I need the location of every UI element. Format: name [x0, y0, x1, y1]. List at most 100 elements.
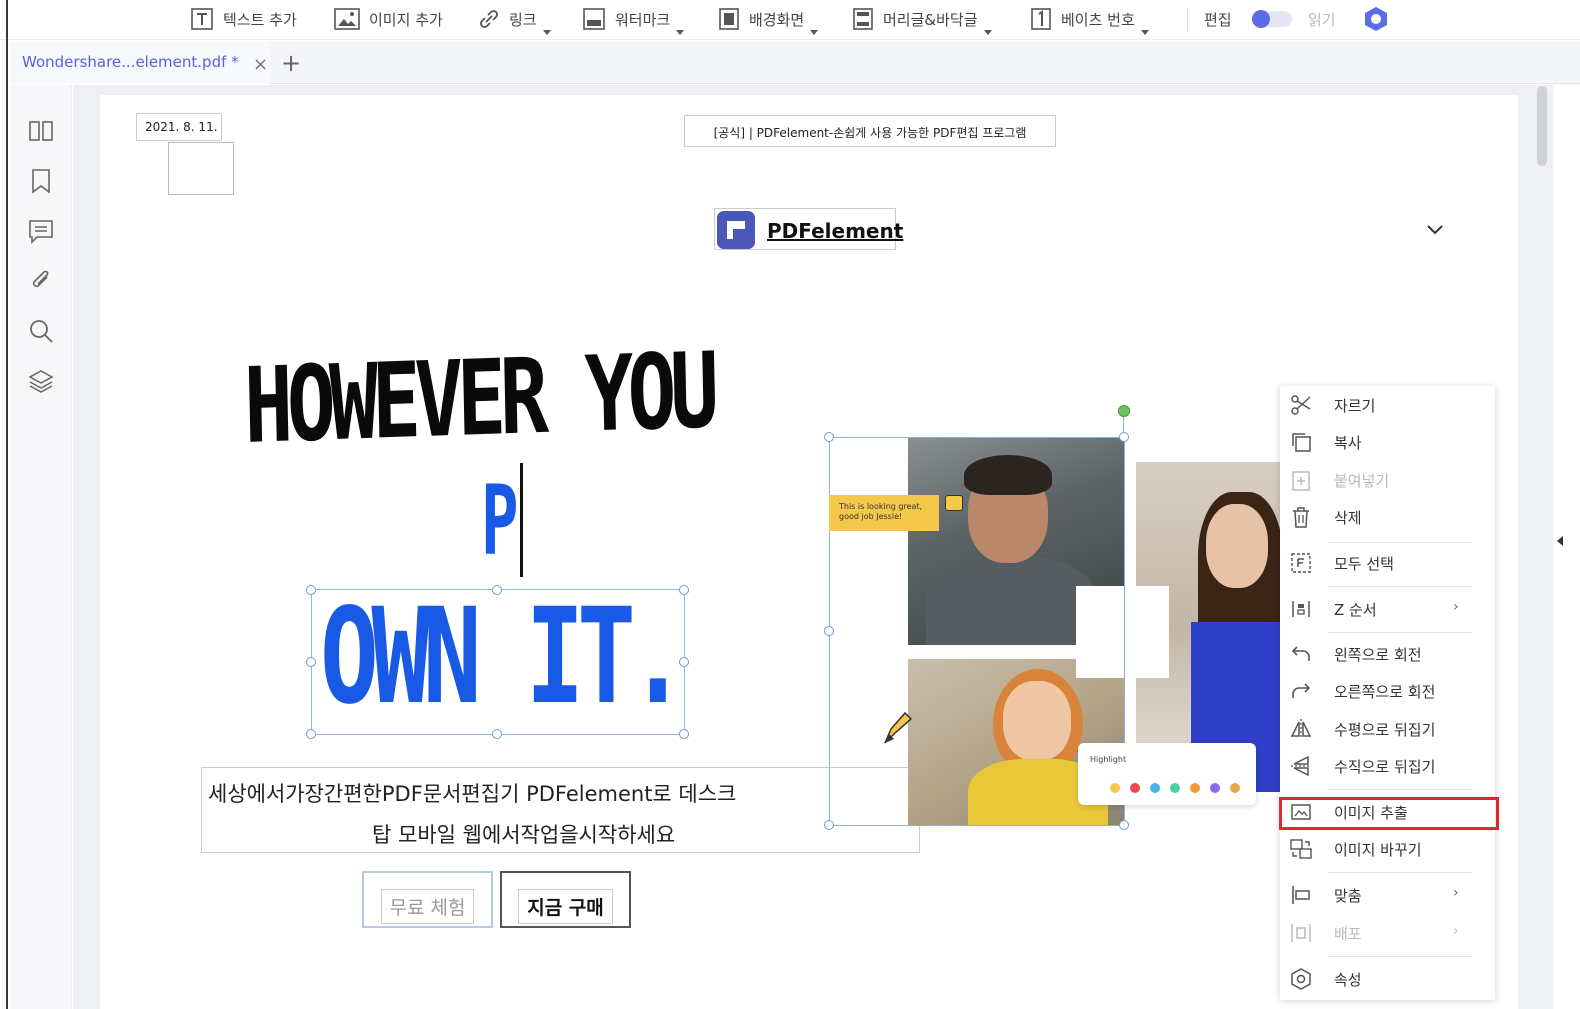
p-letter-text[interactable]: P — [481, 465, 519, 577]
search-icon[interactable] — [27, 317, 55, 345]
menu-item-align[interactable]: 맞춤 › — [1280, 878, 1495, 912]
color-dot — [1150, 783, 1160, 793]
watermark-button[interactable]: 워터마크 — [582, 5, 685, 35]
menu-item-z-order[interactable]: Z 순서 › — [1280, 592, 1495, 626]
link-icon — [480, 10, 498, 28]
add-text-button[interactable]: 텍스트 추가 — [190, 5, 297, 33]
header-footer-label: 머리글&바닥글 — [883, 10, 978, 29]
menu-separator — [1328, 872, 1472, 873]
menu-item-label: 배포 — [1334, 925, 1362, 943]
thumbnails-icon[interactable] — [27, 117, 55, 145]
menu-item-label: 속성 — [1334, 971, 1362, 989]
read-mode-label: 읽기 — [1308, 10, 1336, 29]
rotation-handle[interactable] — [1118, 405, 1130, 417]
empty-box[interactable] — [168, 142, 234, 195]
menu-item-distribute[interactable]: 배포 › — [1280, 916, 1495, 950]
date-text[interactable]: 2021. 8. 11. — [136, 113, 222, 141]
resize-handle[interactable] — [492, 585, 502, 595]
own-it-text[interactable]: OWN IT. — [320, 580, 687, 734]
edit-mode-label: 편집 — [1204, 10, 1232, 29]
close-icon[interactable]: × — [253, 54, 268, 75]
toolbar-divider — [1187, 8, 1188, 32]
resize-handle[interactable] — [306, 657, 316, 667]
color-dot — [1130, 783, 1140, 793]
resize-handle[interactable] — [824, 820, 834, 830]
page-header-text[interactable]: [공식] | PDFelement-손쉽게 사용 가능한 PDF편집 프로그램 — [684, 115, 1056, 147]
bates-number-button[interactable]: 베이츠 번호 — [1030, 5, 1149, 35]
header-footer-icon — [853, 8, 873, 30]
text-icon — [191, 8, 213, 30]
highlight-label: Highlight — [1090, 755, 1127, 764]
bates-number-icon — [1031, 8, 1051, 30]
free-trial-button[interactable]: 무료 체험 — [362, 871, 493, 928]
link-dropdown-caret[interactable] — [542, 30, 551, 35]
bookmark-icon[interactable] — [27, 167, 55, 195]
color-dot — [1230, 783, 1240, 793]
menu-item-replace-image[interactable]: 이미지 바꾸기 — [1280, 832, 1495, 866]
menu-item-flip-vertical[interactable]: 수직으로 뒤집기 — [1280, 749, 1495, 783]
menu-item-flip-horizontal[interactable]: 수평으로 뒤집기 — [1280, 712, 1495, 746]
add-text-label: 텍스트 추가 — [223, 10, 297, 29]
logo-block[interactable]: PDFelement — [714, 208, 903, 250]
menu-item-label: 수평으로 뒤집기 — [1334, 721, 1436, 739]
resize-handle[interactable] — [824, 626, 834, 636]
menu-item-select-all[interactable]: 모두 선택 — [1280, 546, 1495, 580]
resize-handle[interactable] — [679, 729, 689, 739]
pdfelement-logo-icon — [717, 211, 755, 249]
resize-handle[interactable] — [1119, 820, 1129, 830]
background-icon — [719, 8, 739, 30]
menu-item-paste[interactable]: 붙여넣기 — [1280, 463, 1495, 497]
resize-handle[interactable] — [679, 657, 689, 667]
resize-handle[interactable] — [492, 729, 502, 739]
attachment-icon[interactable] — [27, 267, 55, 295]
resize-handle[interactable] — [306, 729, 316, 739]
expand-right-panel-icon[interactable] — [1557, 536, 1563, 546]
scissors-icon — [1291, 395, 1311, 415]
menu-item-label: 왼쪽으로 회전 — [1334, 646, 1422, 664]
header-footer-dropdown-caret[interactable] — [983, 30, 992, 35]
menu-item-rotate-right[interactable]: 오른쪽으로 회전 — [1280, 674, 1495, 708]
add-tab-icon[interactable]: + — [281, 49, 301, 77]
menu-item-rotate-left[interactable]: 왼쪽으로 회전 — [1280, 637, 1495, 671]
add-image-button[interactable]: 이미지 추가 — [334, 5, 443, 33]
menu-item-cut[interactable]: 자르기 — [1280, 388, 1495, 422]
headline-text[interactable]: HOWEVER YOU — [243, 329, 714, 467]
bates-number-label: 베이츠 번호 — [1061, 10, 1135, 29]
buy-now-button[interactable]: 지금 구매 — [500, 871, 631, 928]
background-button[interactable]: 배경화면 — [718, 5, 819, 35]
resize-handle[interactable] — [1119, 432, 1129, 442]
bates-number-dropdown-caret[interactable] — [1140, 30, 1149, 35]
link-button[interactable]: 링크 — [478, 5, 551, 35]
paste-icon — [1292, 471, 1310, 491]
copy-icon — [1292, 433, 1311, 452]
tab-title: Wondershare...element.pdf * — [22, 53, 239, 71]
resize-handle[interactable] — [306, 585, 316, 595]
window-left-border — [6, 0, 8, 1009]
trash-icon — [1293, 507, 1309, 528]
menu-item-label: Z 순서 — [1334, 601, 1377, 619]
resize-handle[interactable] — [824, 432, 834, 442]
sticky-note: This is looking great, good job Jessie! — [829, 495, 939, 531]
watermark-dropdown-caret[interactable] — [676, 30, 685, 35]
settings-hexagon-icon[interactable] — [1363, 6, 1389, 32]
tab-document[interactable]: Wondershare...element.pdf * × — [10, 42, 270, 84]
comment-icon[interactable] — [27, 217, 55, 245]
chevron-down-icon[interactable] — [1424, 220, 1446, 240]
edit-read-toggle[interactable] — [1252, 10, 1292, 28]
vertical-scrollbar[interactable] — [1537, 86, 1547, 166]
menu-item-copy[interactable]: 복사 — [1280, 425, 1495, 459]
background-label: 배경화면 — [749, 10, 805, 29]
menu-item-label: 오른쪽으로 회전 — [1334, 683, 1436, 701]
menu-separator — [1328, 789, 1472, 790]
menu-item-label: 삭제 — [1334, 509, 1362, 527]
z-order-icon — [1292, 601, 1310, 617]
description-line-1: 세상에서가장간편한PDF문서편집기 PDFelement로 데스크 — [208, 782, 737, 806]
free-trial-label: 무료 체험 — [380, 889, 475, 924]
layers-icon[interactable] — [27, 367, 55, 395]
color-dot — [1210, 783, 1220, 793]
menu-item-properties[interactable]: 속성 — [1280, 962, 1495, 996]
header-footer-button[interactable]: 머리글&바닥글 — [852, 5, 992, 35]
background-dropdown-caret[interactable] — [810, 30, 819, 35]
resize-handle[interactable] — [679, 585, 689, 595]
menu-item-delete[interactable]: 삭제 — [1280, 500, 1495, 534]
